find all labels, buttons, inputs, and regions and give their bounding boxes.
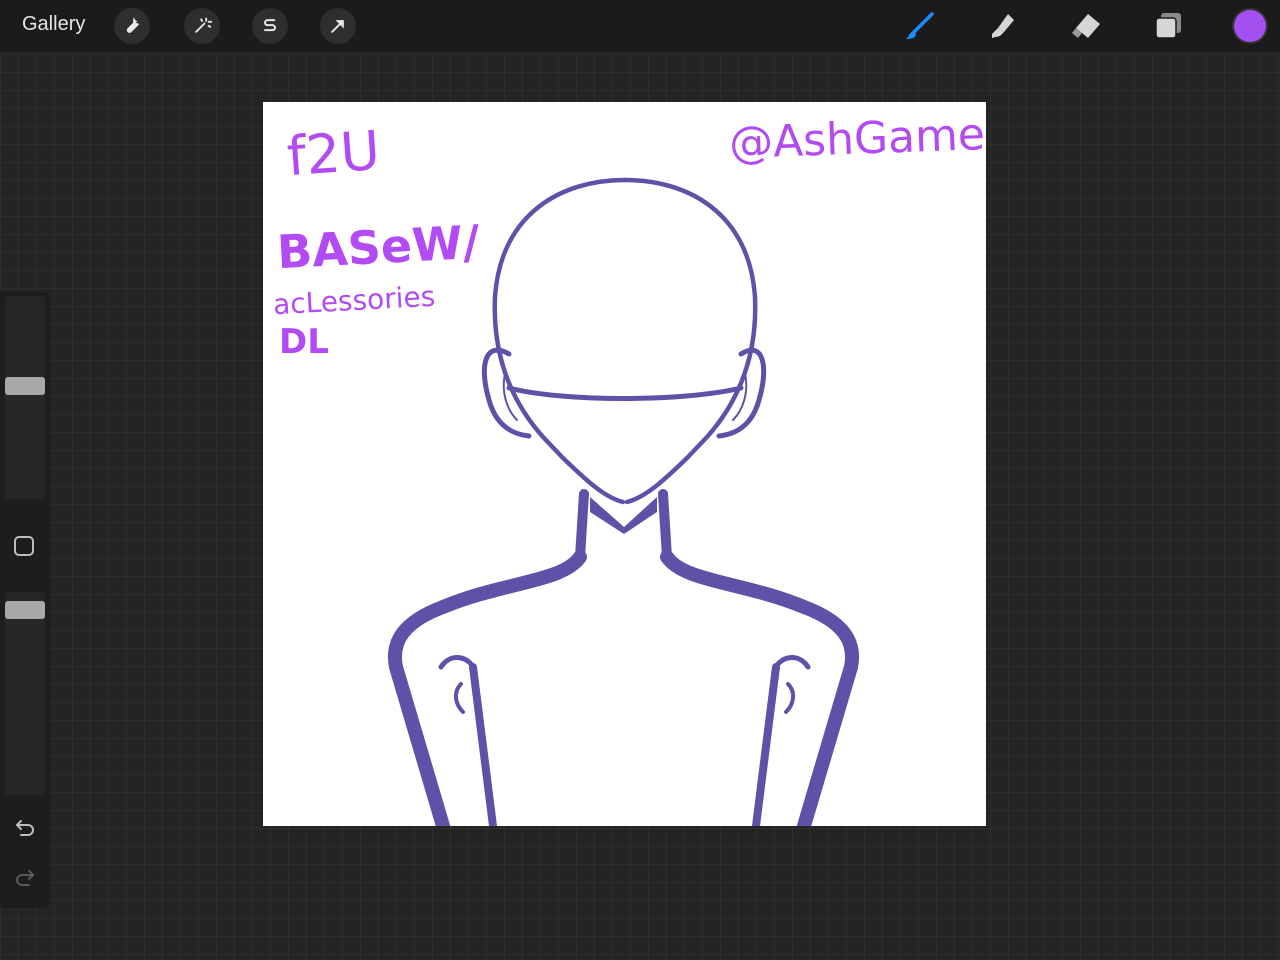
brush-icon: [906, 12, 934, 39]
head-outline: [492, 177, 628, 505]
hairline: [506, 385, 744, 401]
brush-tool-button[interactable]: [902, 8, 938, 44]
smudge-tool-button[interactable]: [984, 8, 1020, 44]
left-sidebar: [0, 292, 50, 908]
gallery-button[interactable]: Gallery: [22, 13, 85, 36]
eraser-tool-button[interactable]: [1068, 8, 1104, 44]
drawing-canvas[interactable]: f2U BASeW/ acLessories DL @AshGameZZZ: [263, 102, 986, 826]
left-arm-inner: [469, 663, 497, 826]
arrow-cursor-icon: [331, 20, 344, 33]
text-f2u: f2U: [284, 118, 382, 189]
neck-left: [575, 489, 589, 562]
color-picker-button[interactable]: [1234, 10, 1266, 42]
redo-button[interactable]: [12, 864, 38, 890]
neck-right: [658, 489, 672, 562]
layers-button[interactable]: [1150, 8, 1186, 44]
top-toolbar: Gallery: [0, 0, 1280, 52]
right-arm-inner: [752, 663, 780, 826]
actions-button[interactable]: [114, 8, 150, 44]
selection-button[interactable]: [252, 8, 288, 44]
transform-button[interactable]: [320, 8, 356, 44]
layers-icon: [1155, 13, 1181, 39]
eraser-icon: [1072, 14, 1100, 38]
opacity-slider-handle[interactable]: [5, 601, 45, 620]
smudge-icon: [992, 14, 1014, 38]
undo-icon: [16, 820, 34, 836]
wrench-icon: [126, 17, 139, 33]
opacity-slider[interactable]: [5, 592, 45, 795]
brush-size-slider-handle[interactable]: [5, 377, 45, 396]
character-base-drawing: [388, 177, 859, 826]
undo-button[interactable]: [12, 814, 38, 840]
modify-button[interactable]: [14, 536, 34, 556]
text-dl: DL: [279, 322, 329, 362]
magic-wand-icon: [195, 17, 212, 33]
adjustments-button[interactable]: [184, 8, 220, 44]
redo-icon: [16, 870, 34, 886]
text-base: BASeW/: [275, 214, 481, 280]
selection-s-icon: [264, 19, 276, 32]
brush-size-slider[interactable]: [5, 296, 45, 499]
